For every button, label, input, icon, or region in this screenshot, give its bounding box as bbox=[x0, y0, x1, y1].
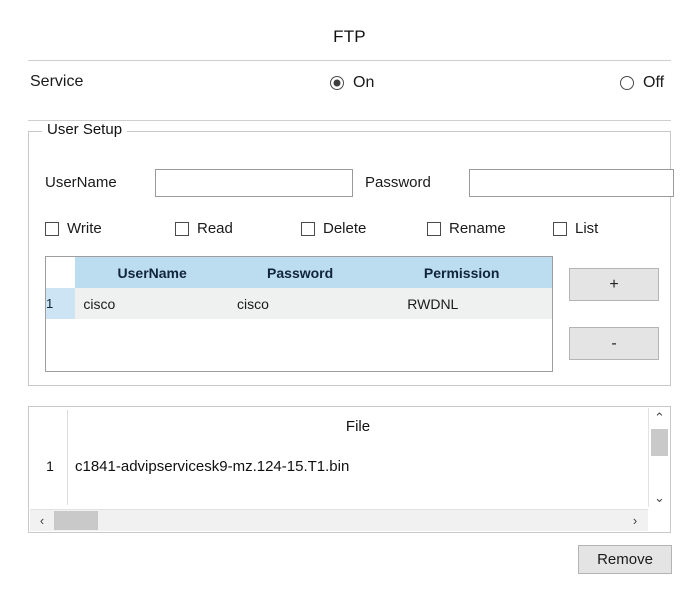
permission-checkbox-read[interactable]: Read bbox=[175, 220, 233, 237]
permission-checkbox-list[interactable]: List bbox=[553, 220, 598, 237]
users-table-container[interactable]: UserName Password Permission 1 cisco cis… bbox=[45, 256, 553, 372]
permission-label-write: Write bbox=[67, 220, 102, 237]
users-cell-username: cisco bbox=[75, 288, 229, 319]
radio-off-indicator[interactable] bbox=[620, 76, 634, 90]
users-column-permission[interactable]: Permission bbox=[371, 257, 552, 288]
permissions-row: Write Read Delete Rename List bbox=[29, 220, 670, 242]
service-label: Service bbox=[30, 73, 84, 90]
permission-checkbox-rename[interactable]: Rename bbox=[427, 220, 506, 237]
file-list-horizontal-scrollbar[interactable]: ‹ › bbox=[30, 509, 649, 531]
horizontal-scroll-thumb[interactable] bbox=[54, 511, 98, 530]
permission-label-list: List bbox=[575, 220, 599, 237]
file-row-index: 1 bbox=[46, 458, 54, 474]
chevron-down-icon[interactable]: ⌄ bbox=[649, 488, 670, 507]
password-label: Password bbox=[365, 174, 431, 191]
users-empty-username bbox=[75, 319, 229, 350]
radio-on-label: On bbox=[353, 74, 375, 91]
remove-user-button[interactable]: - bbox=[569, 327, 659, 360]
checkbox-delete-box[interactable] bbox=[301, 221, 315, 236]
file-list-inner[interactable]: File 1 c1841-advipservicesk9-mz.124-15.T… bbox=[32, 410, 648, 505]
file-column-header[interactable]: File bbox=[68, 418, 648, 435]
users-empty-index bbox=[46, 319, 76, 350]
service-radio-off[interactable]: Off bbox=[620, 74, 664, 92]
password-input[interactable] bbox=[469, 169, 674, 197]
users-table-header-row: UserName Password Permission bbox=[46, 257, 552, 288]
users-row-index: 1 bbox=[46, 288, 76, 319]
chevron-right-icon[interactable]: › bbox=[625, 510, 645, 531]
permission-label-delete: Delete bbox=[323, 220, 367, 237]
checkbox-read-box[interactable] bbox=[175, 221, 189, 236]
file-row-name[interactable]: c1841-advipservicesk9-mz.124-15.T1.bin bbox=[75, 458, 349, 475]
radio-on-indicator[interactable] bbox=[330, 76, 344, 90]
permission-checkbox-write[interactable]: Write bbox=[45, 220, 102, 237]
users-table: UserName Password Permission 1 cisco cis… bbox=[46, 257, 552, 350]
service-radio-on[interactable]: On bbox=[330, 74, 374, 92]
service-row: Service On Off bbox=[28, 61, 671, 107]
vertical-scroll-thumb[interactable] bbox=[651, 429, 668, 456]
file-list-panel: File 1 c1841-advipservicesk9-mz.124-15.T… bbox=[28, 406, 671, 533]
checkbox-list-box[interactable] bbox=[553, 221, 567, 236]
page-title: FTP bbox=[333, 27, 366, 46]
chevron-up-icon[interactable]: ⌃ bbox=[649, 408, 670, 427]
permission-label-rename: Rename bbox=[449, 220, 506, 237]
users-table-empty-area bbox=[46, 319, 552, 350]
table-row[interactable]: 1 cisco cisco RWDNL bbox=[46, 288, 552, 319]
scrollbar-corner bbox=[648, 509, 669, 531]
chevron-left-icon[interactable]: ‹ bbox=[32, 510, 52, 531]
users-table-corner-cell bbox=[46, 257, 76, 288]
add-user-button[interactable]: + bbox=[569, 268, 659, 301]
permission-checkbox-delete[interactable]: Delete bbox=[301, 220, 366, 237]
users-cell-password: cisco bbox=[228, 288, 372, 319]
file-list-vertical-scrollbar[interactable]: ⌃ ⌄ bbox=[648, 408, 669, 507]
remove-file-button[interactable]: Remove bbox=[578, 545, 672, 574]
username-input[interactable] bbox=[155, 169, 353, 197]
username-label: UserName bbox=[45, 174, 117, 191]
users-column-username[interactable]: UserName bbox=[75, 257, 229, 288]
users-empty-password bbox=[228, 319, 372, 350]
user-setup-group: User Setup UserName Password Write Read … bbox=[28, 121, 674, 386]
users-cell-permission: RWDNL bbox=[371, 288, 552, 319]
radio-off-label: Off bbox=[643, 74, 665, 91]
permission-label-read: Read bbox=[197, 220, 233, 237]
checkbox-write-box[interactable] bbox=[45, 221, 59, 236]
credentials-row: UserName Password bbox=[29, 169, 674, 199]
users-column-password[interactable]: Password bbox=[228, 257, 372, 288]
checkbox-rename-box[interactable] bbox=[427, 221, 441, 236]
user-setup-legend: User Setup bbox=[42, 121, 128, 138]
users-empty-permission bbox=[371, 319, 552, 350]
